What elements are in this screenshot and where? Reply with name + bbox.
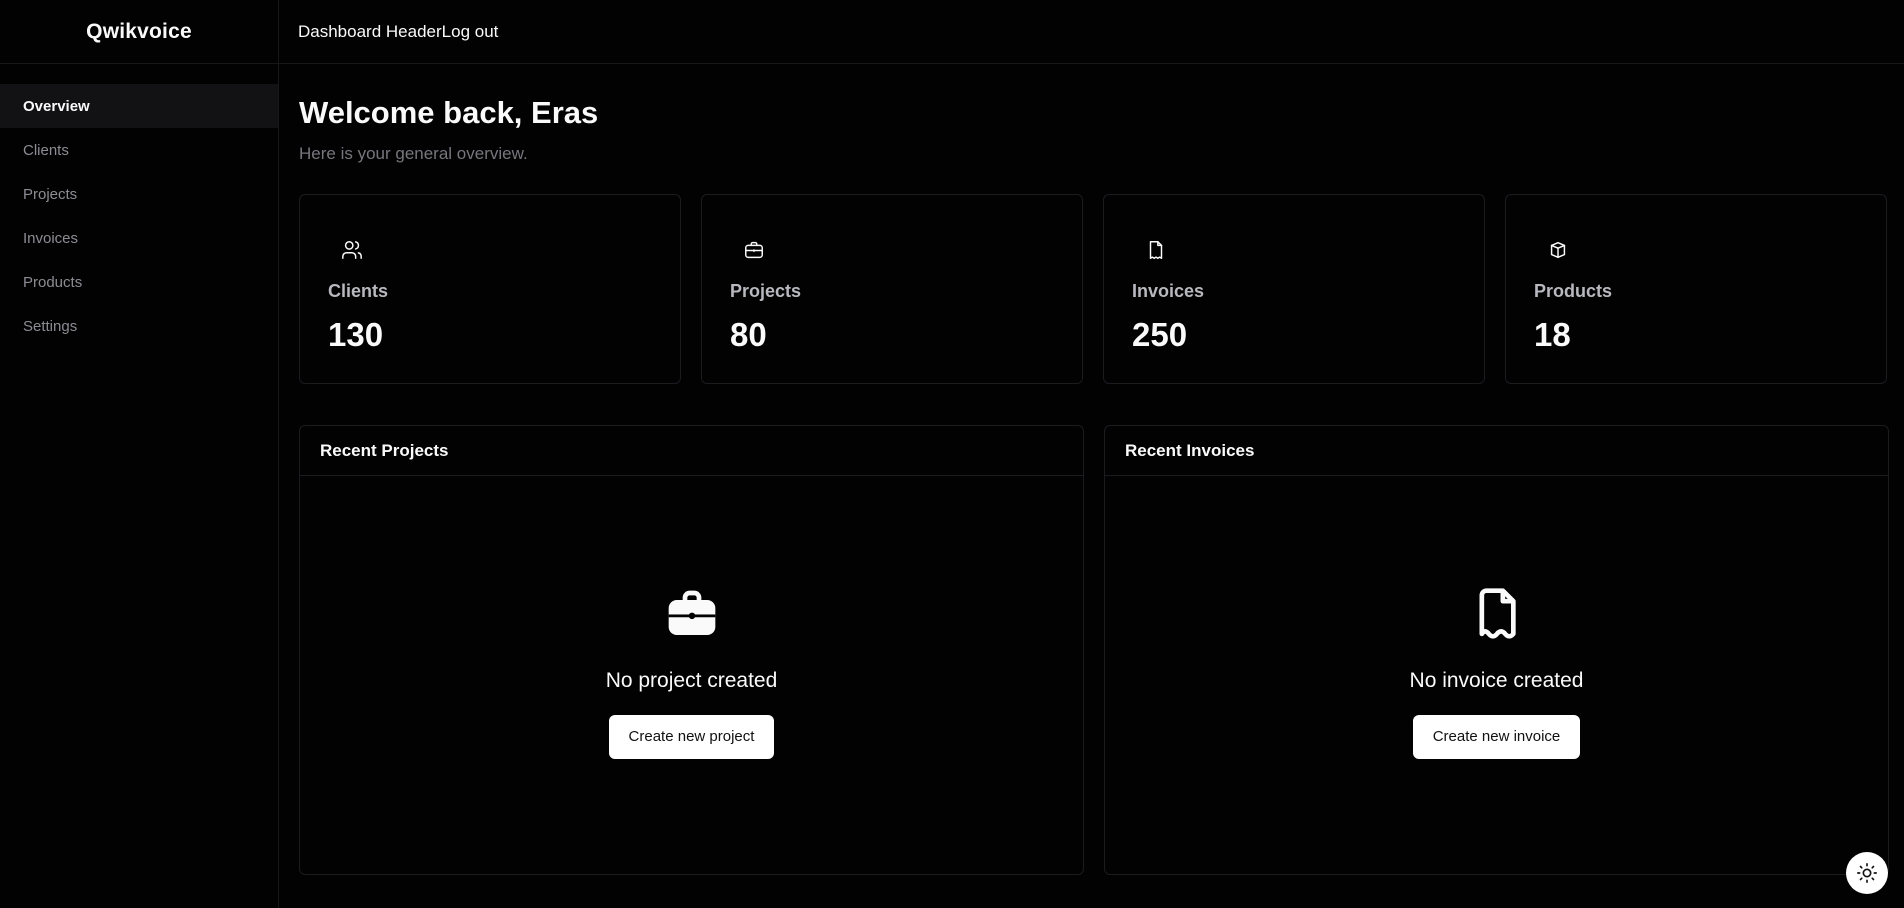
panels-row: Recent Projects No project created Creat… bbox=[299, 425, 1889, 876]
brand-logo[interactable]: Qwikvoice bbox=[0, 0, 278, 64]
stat-label: Products bbox=[1534, 281, 1613, 302]
receipt-icon bbox=[1469, 586, 1525, 647]
empty-state-text: No project created bbox=[605, 668, 778, 692]
sidebar-item-invoices[interactable]: Invoices bbox=[0, 216, 278, 260]
dashboard-content: Welcome back, Eras Here is your general … bbox=[279, 64, 1904, 876]
main-area: Dashboard Header Log out Welcome back, Er… bbox=[279, 0, 1904, 908]
sidebar-item-clients[interactable]: Clients bbox=[0, 128, 278, 172]
recent-invoices-panel: Recent Invoices No invoice created Creat… bbox=[1104, 425, 1889, 876]
empty-state: No invoice created Create new invoice bbox=[1105, 476, 1888, 874]
theme-toggle-button[interactable] bbox=[1846, 852, 1888, 894]
stat-label: Invoices bbox=[1132, 281, 1205, 302]
sun-icon bbox=[1856, 862, 1878, 884]
top-bar: Dashboard Header Log out bbox=[279, 0, 1904, 64]
create-invoice-button[interactable]: Create new invoice bbox=[1412, 714, 1581, 759]
panel-title: Recent Projects bbox=[300, 426, 1083, 477]
create-project-button[interactable]: Create new project bbox=[608, 714, 775, 759]
page-title: Welcome back, Eras bbox=[299, 95, 599, 130]
stats-row: Clients 130 Projects 80 Invoices 250 Pro… bbox=[299, 194, 1889, 385]
stat-value: 18 bbox=[1534, 316, 1571, 354]
stat-value: 130 bbox=[328, 316, 384, 354]
stat-card-projects: Projects 80 bbox=[701, 194, 1083, 385]
page-subtitle: Here is your general overview. bbox=[299, 144, 528, 164]
sidebar-item-projects[interactable]: Projects bbox=[0, 172, 278, 216]
app: Qwikvoice Overview Clients Projects Invo… bbox=[0, 0, 1904, 908]
sidebar-item-settings[interactable]: Settings bbox=[0, 304, 278, 348]
stat-card-products: Products 18 bbox=[1505, 194, 1887, 385]
stat-value: 250 bbox=[1132, 316, 1188, 354]
logout-link[interactable]: Log out bbox=[442, 22, 499, 42]
users-icon bbox=[328, 233, 376, 267]
panel-title: Recent Invoices bbox=[1105, 426, 1888, 477]
stat-card-clients: Clients 130 bbox=[299, 194, 681, 385]
briefcase-icon bbox=[730, 233, 778, 267]
package-icon bbox=[1534, 233, 1582, 267]
briefcase-icon bbox=[664, 586, 720, 647]
header-title: Dashboard Header bbox=[298, 21, 442, 41]
stat-label: Projects bbox=[730, 281, 802, 302]
recent-projects-panel: Recent Projects No project created Creat… bbox=[299, 425, 1084, 876]
sidebar: Qwikvoice Overview Clients Projects Invo… bbox=[0, 0, 279, 908]
sidebar-item-products[interactable]: Products bbox=[0, 260, 278, 304]
sidebar-nav: Overview Clients Projects Invoices Produ… bbox=[0, 84, 278, 348]
stat-card-invoices: Invoices 250 bbox=[1103, 194, 1485, 385]
empty-state: No project created Create new project bbox=[300, 476, 1083, 874]
receipt-icon bbox=[1132, 233, 1180, 267]
stat-label: Clients bbox=[328, 281, 389, 302]
stat-value: 80 bbox=[730, 316, 767, 354]
empty-state-text: No invoice created bbox=[1409, 668, 1584, 692]
sidebar-item-overview[interactable]: Overview bbox=[0, 84, 278, 128]
